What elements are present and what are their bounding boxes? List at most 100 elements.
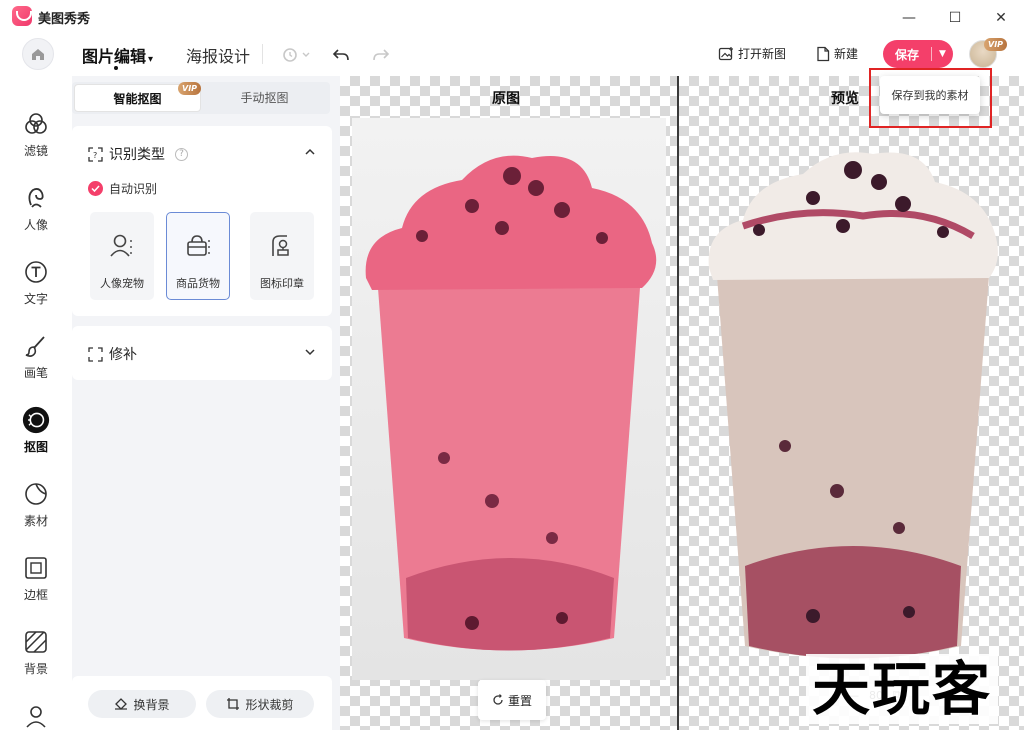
redo-icon (373, 49, 390, 61)
vip-badge: VIP (984, 38, 1008, 51)
scan-icon: ? (88, 146, 103, 162)
auto-recognize-label: 自动识别 (109, 182, 158, 196)
open-new-image-label: 打开新图 (738, 47, 787, 61)
toolbar-divider (262, 44, 263, 64)
background-icon (25, 631, 47, 653)
portrait-icon (28, 188, 44, 208)
home-button[interactable] (22, 38, 54, 70)
brush-icon (25, 336, 45, 357)
filter-icon (25, 113, 47, 134)
new-button[interactable]: 新建 (816, 45, 858, 62)
rail-label-text: 文字 (23, 292, 48, 306)
reset-icon (493, 694, 503, 705)
chevron-down-icon[interactable] (304, 346, 316, 358)
annotation-highlight-box (869, 68, 992, 128)
type-portrait-pet-label: 人像宠物 (100, 277, 144, 290)
rail-label-material: 素材 (23, 514, 48, 528)
history-button[interactable] (278, 42, 314, 68)
paint-bucket-icon (115, 698, 128, 710)
tab-manual-cutout[interactable]: 手动抠图 (201, 84, 328, 112)
material-icon (25, 483, 47, 505)
panel-bottom-actions: 换背景 形状裁剪 (72, 676, 332, 730)
original-pane[interactable]: 原图 重置 (340, 76, 677, 730)
shape-crop-button[interactable]: 形状裁剪 (206, 690, 314, 718)
goods-bag-icon (187, 235, 210, 256)
save-button[interactable]: 保存 ▼ (883, 40, 953, 68)
recognition-type-title: 识别类型 (109, 147, 165, 163)
type-portrait-pet[interactable]: 人像宠物 (90, 212, 154, 300)
minimize-button[interactable]: — (899, 8, 919, 28)
type-goods[interactable]: 商品货物 (166, 212, 230, 300)
chevron-up-icon[interactable] (304, 146, 316, 158)
rail-label-border: 边框 (23, 588, 48, 602)
shape-crop-label: 形状裁剪 (245, 697, 294, 712)
repair-header: 修补 (88, 344, 137, 364)
save-label: 保存 (894, 47, 919, 62)
stamp-icon (272, 235, 289, 256)
active-tab-indicator (114, 66, 118, 70)
save-dropdown-chevron-icon[interactable]: ▼ (932, 49, 953, 59)
type-icon-stamp[interactable]: 图标印章 (250, 212, 314, 300)
app-logo-icon (12, 6, 32, 26)
rail-item-filter[interactable]: 滤镜 (0, 110, 72, 174)
title-bar: 美图秀秀 — ☐ ✕ (0, 0, 1024, 34)
help-icon[interactable]: ? (175, 147, 188, 161)
type-goods-label: 商品货物 (176, 277, 220, 290)
change-background-label: 换背景 (133, 697, 170, 712)
preview-label: 预览 (831, 91, 859, 107)
rail-label-cutout: 抠图 (23, 440, 48, 454)
preview-pane[interactable]: 预览 (679, 76, 1024, 730)
new-file-icon (817, 46, 830, 61)
home-icon (32, 49, 44, 60)
rail-item-portrait[interactable]: 人像 (0, 184, 72, 248)
rail-item-material[interactable]: 素材 (0, 480, 72, 544)
rail-item-more[interactable] (0, 702, 72, 730)
watermark-text: 天玩客 (806, 654, 999, 724)
chevron-down-icon: ▾ (148, 54, 154, 65)
cutout-mode-switch: 智能抠图 手动抠图 (72, 82, 330, 114)
tab-image-edit[interactable]: 图片编辑 ▾ (82, 43, 153, 67)
smart-cutout-vip-badge: VIP (178, 82, 202, 95)
rail-item-text[interactable]: 文字 (0, 258, 72, 322)
new-label: 新建 (834, 47, 859, 61)
rail-item-brush[interactable]: 画笔 (0, 332, 72, 396)
auto-recognize-checkbox[interactable]: 自动识别 (88, 180, 157, 197)
canvas-area[interactable]: 原图 重置 预览 — 80 ⧉ (340, 76, 1024, 730)
rail-item-background[interactable]: 背景 (0, 628, 72, 692)
close-button[interactable]: ✕ (991, 8, 1011, 28)
change-background-button[interactable]: 换背景 (88, 690, 196, 718)
rail-item-border[interactable]: 边框 (0, 554, 72, 618)
cutout-settings-panel: 智能抠图 手动抠图 VIP ? 识别类型 ? 自动识别 人像宠物 商品货物 图标… (72, 76, 340, 730)
tab-poster-design[interactable]: 海报设计 (186, 43, 250, 67)
rail-label-brush: 画笔 (23, 366, 48, 380)
reset-button[interactable]: 重置 (478, 680, 546, 720)
repair-title: 修补 (109, 347, 137, 363)
cutout-icon (22, 406, 50, 434)
person-icon (26, 706, 46, 728)
rail-label-filter: 滤镜 (23, 144, 48, 158)
rail-label-portrait: 人像 (23, 218, 48, 232)
undo-icon (332, 49, 349, 61)
redo-button[interactable] (368, 42, 394, 68)
recognition-type-header[interactable]: ? 识别类型 ? (88, 144, 188, 164)
border-icon (25, 557, 47, 579)
original-photo (352, 118, 666, 680)
repair-card[interactable]: 修补 (72, 326, 332, 380)
text-icon (25, 261, 47, 283)
history-icon (283, 48, 310, 62)
repair-frame-icon (88, 346, 103, 362)
app-title: 美图秀秀 (38, 12, 91, 27)
maximize-button[interactable]: ☐ (945, 8, 965, 28)
left-tool-rail: 滤镜 人像 文字 画笔 抠图 素材 边框 背景 (0, 76, 72, 730)
recognition-type-card: ? 识别类型 ? 自动识别 人像宠物 商品货物 图标印章 (72, 126, 332, 316)
milkshake-cup-cutout-image (708, 152, 998, 659)
open-new-image-button[interactable]: 打开新图 (718, 45, 786, 62)
rail-item-cutout[interactable]: 抠图 (0, 406, 72, 470)
type-icon-stamp-label: 图标印章 (260, 277, 304, 290)
open-image-icon (718, 46, 733, 60)
rail-label-background: 背景 (23, 662, 48, 676)
portrait-pet-icon (110, 234, 132, 257)
reset-label: 重置 (507, 693, 532, 708)
svg-text:?: ? (93, 151, 97, 160)
undo-button[interactable] (328, 42, 354, 68)
